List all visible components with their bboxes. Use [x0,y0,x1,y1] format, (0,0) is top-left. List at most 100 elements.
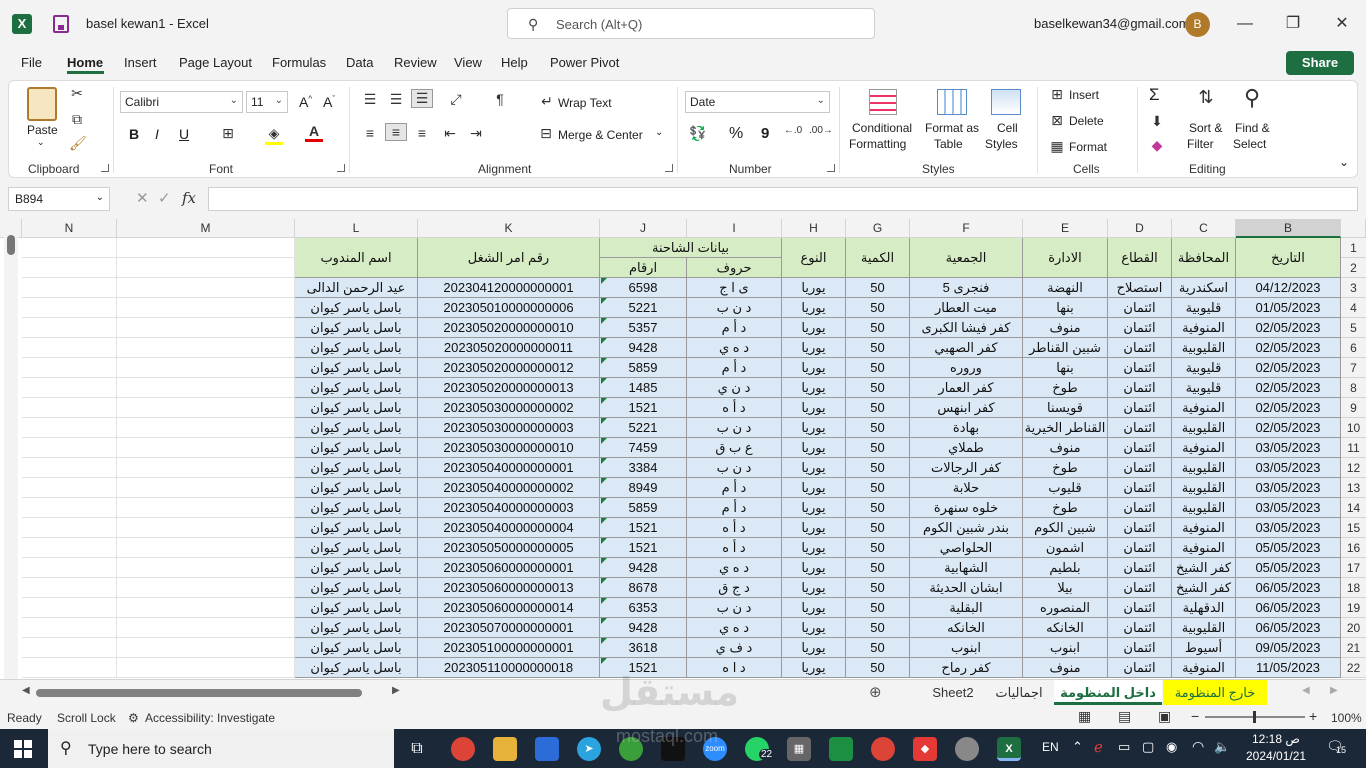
number-as-text-indicator-icon[interactable] [601,638,607,644]
row-header-2[interactable]: 2 [1341,258,1366,278]
data-cell-k[interactable]: 202305030000000003 [418,418,600,438]
data-cell-b[interactable]: 06/05/2023 [1236,598,1341,618]
data-cell-f[interactable]: ابشان الحديثة [910,578,1023,598]
sort-filter-button-line2[interactable]: Filter [1187,137,1214,151]
clipboard-launcher-icon[interactable] [101,164,109,172]
empty-cell[interactable] [117,618,295,638]
data-cell-l[interactable]: باسل ياسر كيوان [295,478,418,498]
calculator-icon[interactable]: ▦ [787,737,811,761]
data-cell-k[interactable]: 202305040000000001 [418,458,600,478]
data-cell-e[interactable]: طوخ [1023,498,1108,518]
data-cell-d[interactable]: ائتمان [1108,358,1172,378]
empty-cell[interactable] [117,478,295,498]
search-box[interactable]: ⚲ Search (Alt+Q) [507,8,875,39]
page-layout-view-icon[interactable]: ▤ [1118,708,1131,725]
fill-color-icon[interactable]: ◈ [265,125,283,145]
italic-button[interactable]: I [155,126,159,142]
data-cell-c[interactable]: قليوبية [1172,378,1236,398]
normal-view-icon[interactable]: ▦ [1078,708,1091,725]
row-header-18[interactable]: 18 [1341,578,1366,598]
data-cell-k[interactable]: 202305070000000001 [418,618,600,638]
column-header-n[interactable]: N [22,219,117,238]
data-cell-j[interactable]: 7459 [600,438,687,458]
vertical-scrollbar[interactable] [4,219,18,679]
data-cell-f[interactable]: كفر العمار [910,378,1023,398]
data-cell-i[interactable]: د ه ي [687,558,782,578]
tab-file[interactable]: File [21,55,42,70]
data-cell-j[interactable]: 6598 [600,278,687,298]
data-cell-h[interactable]: يوريا [782,378,846,398]
delete-cells-button[interactable]: Delete [1069,114,1104,128]
data-cell-f[interactable]: طملاي [910,438,1023,458]
data-cell-d[interactable]: ائتمان [1108,398,1172,418]
data-cell-e[interactable]: الخانكه [1023,618,1108,638]
column-header-h[interactable]: H [782,219,846,238]
header-cell-d[interactable]: القطاع [1108,238,1172,278]
data-cell-f[interactable]: خلوه سنهرة [910,498,1023,518]
data-cell-g[interactable]: 50 [846,358,910,378]
empty-cell[interactable] [22,358,117,378]
data-cell-b[interactable]: 03/05/2023 [1236,438,1341,458]
data-cell-d[interactable]: ائتمان [1108,458,1172,478]
data-cell-d[interactable]: ائتمان [1108,638,1172,658]
data-cell-c[interactable]: كفر الشيخ [1172,578,1236,598]
data-cell-b[interactable]: 04/12/2023 [1236,278,1341,298]
data-cell-d[interactable]: ائتمان [1108,558,1172,578]
sort-filter-button[interactable]: Sort & [1189,121,1222,135]
empty-cell[interactable] [117,378,295,398]
empty-cell[interactable] [117,638,295,658]
data-cell-l[interactable]: باسل ياسر كيوان [295,498,418,518]
number-as-text-indicator-icon[interactable] [601,358,607,364]
conditional-formatting-button-line2[interactable]: Formatting [849,137,906,151]
row-header-10[interactable]: 10 [1341,418,1366,438]
data-cell-j[interactable]: 5859 [600,498,687,518]
find-select-button-line2[interactable]: Select [1233,137,1266,151]
data-cell-k[interactable]: 202305100000000001 [418,638,600,658]
data-cell-b[interactable]: 03/05/2023 [1236,518,1341,538]
data-cell-i[interactable]: د ه ي [687,618,782,638]
data-cell-f[interactable]: وروره [910,358,1023,378]
empty-cell[interactable] [117,398,295,418]
data-cell-k[interactable]: 202305110000000018 [418,658,600,678]
data-cell-k[interactable]: 202305040000000003 [418,498,600,518]
data-cell-i[interactable]: د أ م [687,358,782,378]
data-cell-c[interactable]: المنوفية [1172,438,1236,458]
shrink-font-button[interactable]: Aˇ [323,94,335,110]
row-header-3[interactable]: 3 [1341,278,1366,298]
data-cell-k[interactable]: 202305030000000002 [418,398,600,418]
column-header-k[interactable]: K [418,219,600,238]
data-cell-c[interactable]: المنوفية [1172,538,1236,558]
data-cell-c[interactable]: القليوبية [1172,498,1236,518]
data-cell-c[interactable]: كفر الشيخ [1172,558,1236,578]
tab-scroll-right-icon[interactable]: ▶ [1330,685,1338,696]
sheets-icon[interactable] [829,737,853,761]
sheet-tab-inside-system[interactable]: داخل المنظومة [1054,680,1162,705]
number-as-text-indicator-icon[interactable] [601,598,607,604]
data-cell-f[interactable]: فنجرى 5 [910,278,1023,298]
sheet-tab-sheet2[interactable]: Sheet2 [922,680,984,705]
row-header-20[interactable]: 20 [1341,618,1366,638]
empty-cell[interactable] [117,498,295,518]
empty-cell[interactable] [22,598,117,618]
show-hidden-icons-icon[interactable]: ⌃ [1072,739,1083,755]
windows-start-icon[interactable] [14,740,32,758]
empty-cell[interactable] [117,258,295,278]
increase-indent-icon[interactable]: ⇥ [467,125,485,142]
align-top-icon[interactable]: ☰ [361,91,379,108]
data-cell-j[interactable]: 5357 [600,318,687,338]
data-cell-e[interactable]: طوخ [1023,458,1108,478]
column-header-e[interactable]: E [1023,219,1108,238]
data-cell-g[interactable]: 50 [846,598,910,618]
data-cell-f[interactable]: كفر فيشا الكبرى [910,318,1023,338]
data-cell-b[interactable]: 06/05/2023 [1236,618,1341,638]
empty-cell[interactable] [22,518,117,538]
empty-cell[interactable] [22,438,117,458]
zoom-in-icon[interactable]: + [1309,708,1317,724]
data-cell-c[interactable]: الدقهلية [1172,598,1236,618]
font-name-combo[interactable]: Calibri ⌄ [120,91,243,113]
enter-icon[interactable]: ✓ [158,189,171,207]
data-cell-d[interactable]: ائتمان [1108,618,1172,638]
data-cell-i[interactable]: د ن ي [687,378,782,398]
data-cell-j[interactable]: 1521 [600,398,687,418]
data-cell-b[interactable]: 11/05/2023 [1236,658,1341,678]
